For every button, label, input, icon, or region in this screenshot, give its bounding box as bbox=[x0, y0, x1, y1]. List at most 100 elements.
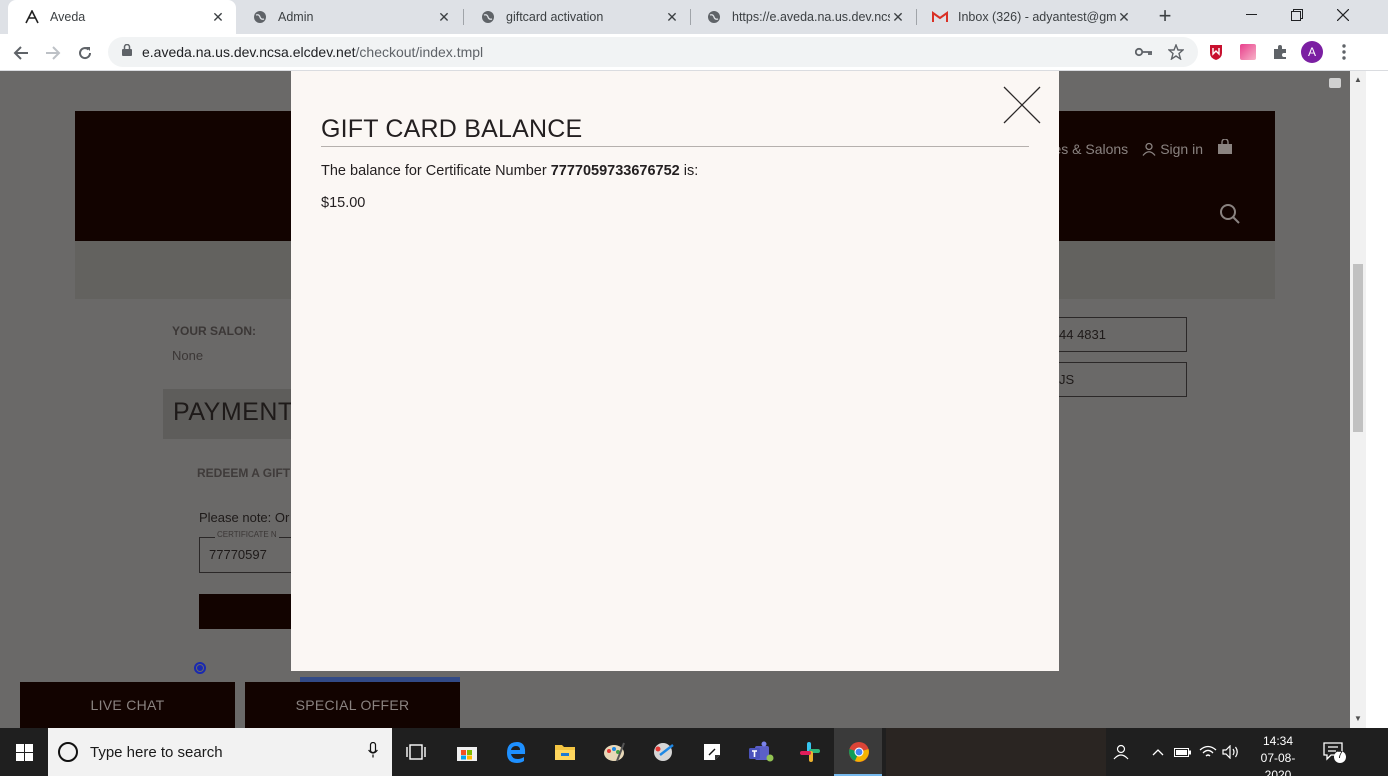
close-icon[interactable]: ✕ bbox=[664, 9, 680, 25]
gmail-icon bbox=[932, 9, 948, 25]
page-scrollbar[interactable]: ▲ ▼ bbox=[1350, 71, 1366, 728]
stores-salons-link[interactable]: es & Salons bbox=[1053, 141, 1128, 157]
please-note-text: Please note: Or bbox=[199, 510, 290, 525]
forward-arrow-icon[interactable] bbox=[40, 40, 66, 66]
key-icon[interactable] bbox=[1134, 42, 1154, 62]
scroll-down-icon[interactable]: ▼ bbox=[1353, 714, 1363, 724]
slack-icon[interactable] bbox=[794, 736, 826, 768]
browser-toolbar: e.aveda.na.us.dev.ncsa.elcdev.net/checko… bbox=[0, 34, 1388, 71]
scroll-up-icon[interactable]: ▲ bbox=[1353, 75, 1363, 85]
chevron-up-icon[interactable] bbox=[1152, 728, 1164, 776]
clock-time: 14:34 bbox=[1262, 734, 1294, 748]
modal-divider bbox=[321, 146, 1029, 147]
certificate-number-label: CERTIFICATE N bbox=[215, 530, 279, 539]
gift-card-balance-modal: GIFT CARD BALANCE The balance for Certif… bbox=[291, 71, 1059, 671]
window-close-icon[interactable] bbox=[1320, 0, 1366, 30]
tab-admin[interactable]: Admin ✕ bbox=[236, 0, 462, 34]
tab-aveda[interactable]: Aveda ✕ bbox=[8, 0, 236, 34]
system-clock[interactable]: 14:34 07-08-2020 bbox=[1248, 733, 1308, 776]
url-text: e.aveda.na.us.dev.ncsa.elcdev.net/checko… bbox=[142, 44, 483, 60]
star-icon[interactable] bbox=[1166, 42, 1186, 62]
scroll-thumb[interactable] bbox=[1353, 264, 1363, 432]
paint-icon[interactable] bbox=[598, 736, 630, 768]
cortana-circle-icon bbox=[58, 742, 78, 762]
extensions-puzzle-icon[interactable] bbox=[1270, 42, 1290, 62]
clock-date: 07-08-2020 bbox=[1260, 751, 1296, 776]
close-icon[interactable]: ✕ bbox=[1116, 9, 1132, 25]
close-icon[interactable]: ✕ bbox=[890, 9, 906, 25]
microsoft-store-icon[interactable] bbox=[451, 736, 483, 768]
shopping-bag-icon[interactable] bbox=[1217, 138, 1233, 158]
snipping-tool-icon[interactable] bbox=[647, 736, 679, 768]
live-chat-button[interactable]: LIVE CHAT bbox=[20, 682, 235, 728]
your-salon-value: None bbox=[172, 348, 204, 363]
certificate-number-value: 77770597 bbox=[209, 547, 267, 562]
people-icon[interactable] bbox=[1112, 728, 1130, 776]
microphone-icon[interactable] bbox=[368, 741, 378, 763]
chrome-icon[interactable] bbox=[843, 736, 875, 768]
tab-url[interactable]: https://e.aveda.na.us.dev.ncsa.e ✕ bbox=[690, 0, 916, 34]
taskbar-search-box[interactable]: Type here to search bbox=[48, 728, 392, 776]
wifi-icon[interactable] bbox=[1199, 728, 1217, 776]
minimize-icon[interactable] bbox=[1228, 0, 1274, 30]
globe-icon bbox=[706, 9, 722, 25]
tab-title: giftcard activation bbox=[506, 10, 604, 24]
your-salon-label: YOUR SALON: bbox=[172, 324, 256, 338]
volume-icon[interactable] bbox=[1222, 728, 1240, 776]
edge-browser-icon[interactable] bbox=[500, 736, 532, 768]
notification-count: 7 bbox=[1337, 750, 1343, 761]
header-nav: es & Salons Sign in bbox=[1053, 138, 1233, 158]
tab-title: Admin bbox=[278, 10, 314, 24]
url-path: /checkout/index.tmpl bbox=[355, 44, 484, 60]
payment-heading: PAYMENT bbox=[173, 398, 294, 426]
battery-icon[interactable] bbox=[1174, 728, 1192, 776]
tab-title: Inbox (326) - adyantest@gmai bbox=[958, 10, 1116, 24]
tab-title: Aveda bbox=[50, 10, 86, 24]
aveda-logo-icon bbox=[24, 9, 40, 25]
gradient-extension-icon[interactable] bbox=[1238, 42, 1258, 62]
sticky-notes-icon[interactable] bbox=[696, 736, 728, 768]
task-view-icon[interactable] bbox=[400, 736, 432, 768]
sign-in-label: Sign in bbox=[1160, 140, 1203, 157]
lock-icon[interactable] bbox=[122, 43, 132, 61]
balance-prefix: The balance for Certificate Number bbox=[321, 163, 551, 179]
mcafee-shield-icon[interactable] bbox=[1206, 42, 1226, 62]
special-offer-button[interactable]: SPECIAL OFFER bbox=[245, 682, 460, 728]
url-host: e.aveda.na.us.dev.ncsa.elcdev.net bbox=[142, 44, 356, 60]
tab-giftcard-activation[interactable]: giftcard activation ✕ bbox=[464, 0, 690, 34]
menu-kebab-icon[interactable] bbox=[1334, 42, 1354, 62]
restore-icon[interactable] bbox=[1274, 0, 1320, 30]
profile-avatar[interactable]: A bbox=[1301, 41, 1323, 63]
window-gutter bbox=[1366, 71, 1388, 728]
reload-icon[interactable] bbox=[72, 40, 98, 66]
close-icon[interactable]: ✕ bbox=[436, 9, 452, 25]
user-icon bbox=[1142, 142, 1156, 156]
file-explorer-icon[interactable] bbox=[549, 736, 581, 768]
taskbar-background-image bbox=[886, 728, 1106, 776]
tab-gmail-inbox[interactable]: Inbox (326) - adyantest@gmai ✕ bbox=[916, 0, 1142, 34]
country-field[interactable]: JS bbox=[1040, 362, 1187, 397]
balance-message: The balance for Certificate Number 77770… bbox=[321, 163, 698, 179]
certificate-number: 7777059733676752 bbox=[550, 163, 680, 179]
page-viewport: es & Salons Sign in YOUR SALON: None PAY… bbox=[0, 71, 1350, 728]
microsoft-teams-icon[interactable] bbox=[745, 736, 777, 768]
collapse-toggle-icon[interactable] bbox=[1329, 78, 1341, 88]
search-icon[interactable] bbox=[1219, 203, 1241, 230]
back-arrow-icon[interactable] bbox=[8, 40, 34, 66]
windows-start-icon[interactable] bbox=[0, 728, 48, 776]
redeem-gift-card-label: REDEEM A GIFT bbox=[197, 466, 291, 480]
modal-title: GIFT CARD BALANCE bbox=[321, 115, 583, 143]
phone-field[interactable]: 44 4831 bbox=[1040, 317, 1187, 352]
payment-radio-button[interactable] bbox=[194, 662, 206, 674]
notification-center-icon[interactable]: 7 bbox=[1322, 740, 1346, 764]
address-bar[interactable]: e.aveda.na.us.dev.ncsa.elcdev.net/checko… bbox=[108, 37, 1198, 67]
sign-in-link[interactable]: Sign in bbox=[1142, 141, 1203, 157]
windows-taskbar: Type here to search 14:34 07-08-2020 7 bbox=[0, 728, 1388, 776]
new-tab-plus-icon[interactable]: + bbox=[1154, 5, 1176, 27]
globe-icon bbox=[252, 9, 268, 25]
balance-suffix: is: bbox=[679, 163, 699, 179]
close-icon[interactable] bbox=[1002, 85, 1042, 125]
tab-strip: Aveda ✕ Admin ✕ giftcard activation ✕ ht… bbox=[0, 0, 1388, 34]
close-icon[interactable]: ✕ bbox=[210, 9, 226, 25]
balance-amount: $15.00 bbox=[321, 195, 366, 211]
